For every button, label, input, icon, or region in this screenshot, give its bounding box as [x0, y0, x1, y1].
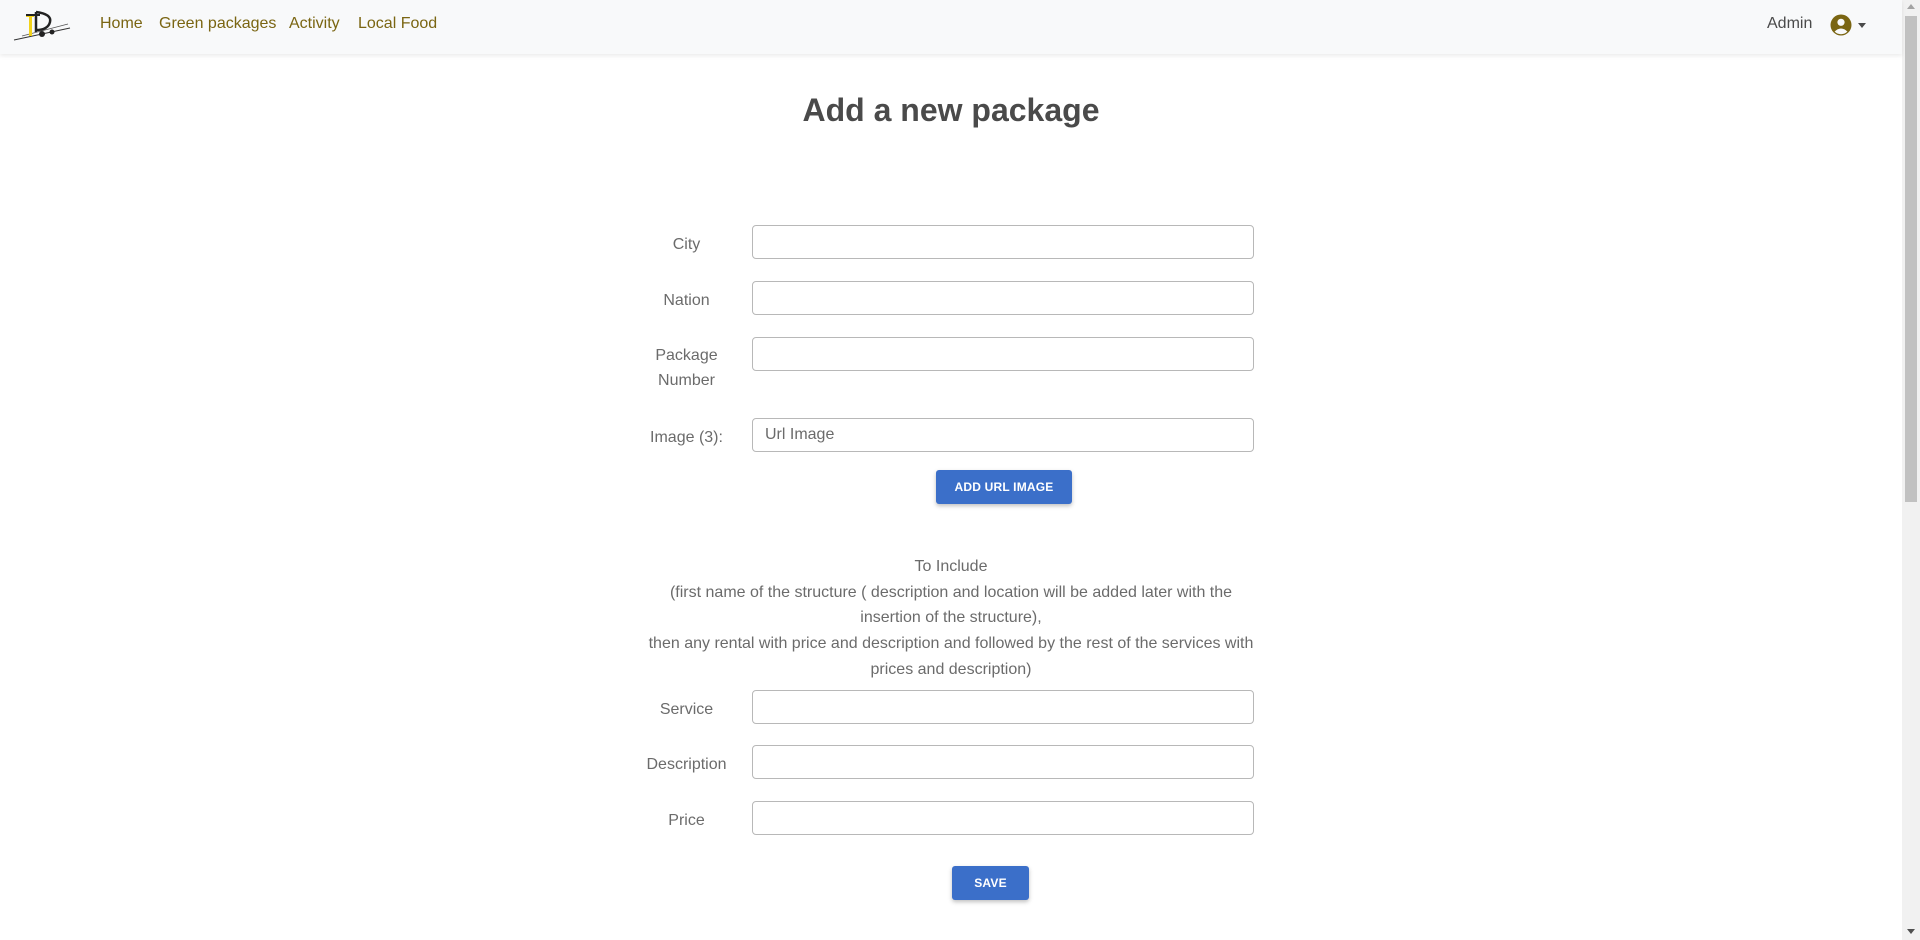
nation-label: Nation	[663, 292, 710, 309]
package-number-input[interactable]	[752, 337, 1254, 371]
price-label: Price	[668, 812, 705, 829]
include-line-3: insertion of the structure),	[860, 609, 1042, 627]
nav-link-activity[interactable]: Activity	[289, 14, 340, 34]
city-label: City	[672, 236, 701, 253]
scrollbar-thumb[interactable]	[1905, 16, 1917, 502]
package-number-label: Package Number	[640, 343, 733, 393]
include-line-5: prices and description)	[870, 660, 1032, 678]
include-line-4: then any rental with price and descripti…	[648, 635, 1254, 653]
scroll-down-arrow-icon[interactable]	[1907, 929, 1915, 934]
caret-down-icon	[1858, 23, 1866, 28]
user-circle-icon	[1830, 14, 1852, 36]
save-button[interactable]: SAVE	[952, 866, 1029, 900]
user-name-label: Admin	[1767, 15, 1813, 32]
description-label: Description	[646, 756, 727, 773]
user-menu-toggle[interactable]	[1830, 13, 1870, 39]
vertical-scrollbar[interactable]	[1902, 0, 1920, 940]
service-input[interactable]	[752, 690, 1254, 724]
nav-link-green-packages[interactable]: Green packages	[159, 14, 276, 34]
service-label: Service	[659, 701, 714, 718]
nation-input[interactable]	[752, 281, 1254, 315]
package-number-label-line1: Package	[655, 347, 718, 364]
nav-link-home[interactable]: Home	[100, 14, 143, 34]
package-number-label-line2: Number	[658, 372, 715, 389]
scroll-up-arrow-icon[interactable]	[1907, 4, 1915, 9]
add-url-image-button[interactable]: ADD URL IMAGE	[936, 470, 1072, 504]
include-line-1: To Include	[914, 558, 988, 575]
include-line-2: (first name of the structure ( descripti…	[669, 583, 1233, 601]
image-url-input[interactable]	[752, 418, 1254, 452]
nav-link-local-food[interactable]: Local Food	[358, 14, 437, 34]
include-instructions: To Include (first name of the structure …	[640, 554, 1262, 683]
description-input[interactable]	[752, 745, 1254, 779]
top-navbar: Home Green packages Activity Local Food …	[0, 0, 1902, 54]
price-input[interactable]	[752, 801, 1254, 835]
page-title: Add a new package	[802, 92, 1100, 128]
image-label: Image (3):	[650, 429, 723, 446]
travel-logo-icon[interactable]	[12, 6, 72, 44]
city-input[interactable]	[752, 225, 1254, 259]
